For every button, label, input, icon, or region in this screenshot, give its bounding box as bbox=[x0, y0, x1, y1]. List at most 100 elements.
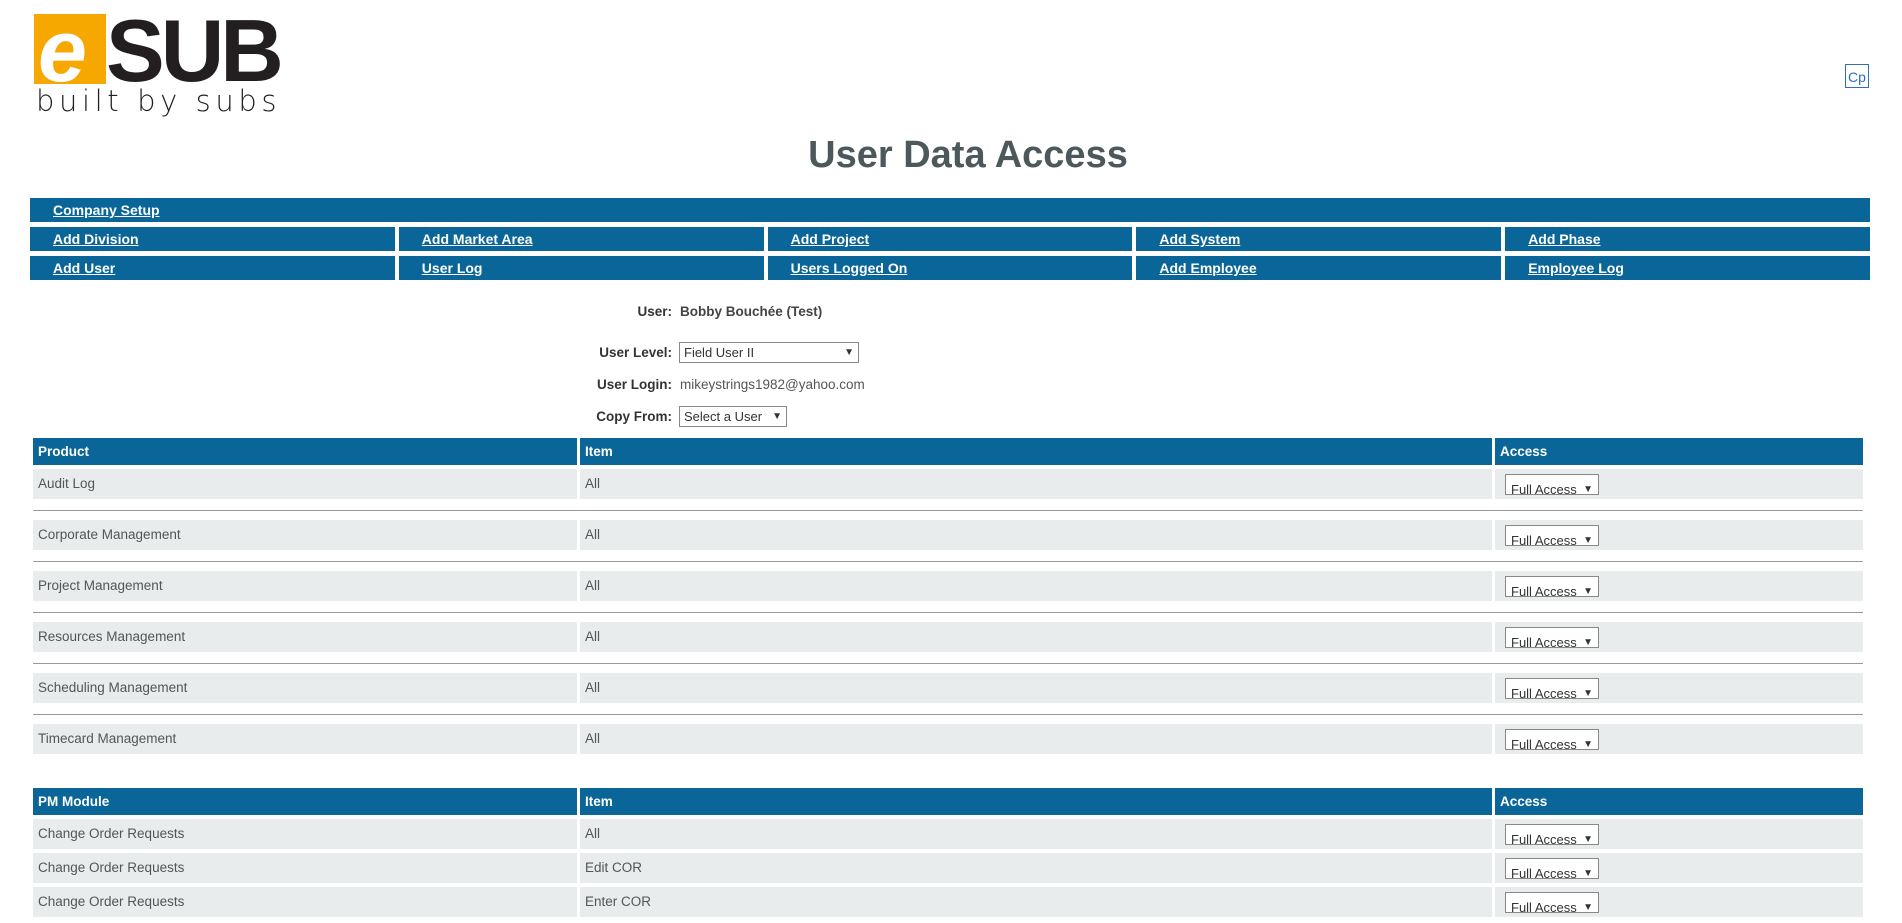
row-divider bbox=[33, 714, 1863, 715]
user-label: User: bbox=[637, 304, 672, 319]
user-level-value: Field User II bbox=[684, 345, 755, 360]
access-value: Full Access bbox=[1511, 737, 1577, 752]
access-value: Full Access bbox=[1511, 900, 1577, 915]
chevron-down-icon: ▼ bbox=[1583, 739, 1593, 750]
item-cell: All bbox=[580, 469, 1495, 499]
chevron-down-icon: ▼ bbox=[844, 347, 854, 358]
nav-company-setup-bar: Company Setup bbox=[30, 198, 1870, 222]
access-cell: Full Access ▼ bbox=[1495, 853, 1863, 883]
add-phase-link[interactable]: Add Phase bbox=[1528, 231, 1600, 247]
setup-nav: Company Setup Add Division Add Market Ar… bbox=[30, 198, 1870, 285]
access-cell: Full Access ▼ bbox=[1495, 469, 1863, 499]
access-cell: Full Access ▼ bbox=[1495, 819, 1863, 849]
access-select[interactable]: Full Access ▼ bbox=[1505, 627, 1599, 650]
page-title: User Data Access bbox=[808, 134, 1128, 176]
chevron-down-icon: ▼ bbox=[1583, 688, 1593, 699]
product-access-table: Product Item Access Audit Log All Full A… bbox=[33, 438, 1863, 754]
table-row: Change Order Requests Enter COR Full Acc… bbox=[33, 887, 1863, 917]
item-cell: All bbox=[580, 622, 1495, 652]
access-cell: Full Access ▼ bbox=[1495, 724, 1863, 754]
module-cell: Change Order Requests bbox=[33, 887, 580, 917]
chevron-down-icon: ▼ bbox=[1583, 484, 1593, 495]
add-project-link[interactable]: Add Project bbox=[791, 231, 870, 247]
chevron-down-icon: ▼ bbox=[1583, 868, 1593, 879]
nav-cell: Add Market Area bbox=[398, 227, 764, 251]
access-select[interactable]: Full Access ▼ bbox=[1505, 576, 1599, 599]
copy-from-value: Select a User bbox=[684, 409, 763, 424]
item-cell: Edit COR bbox=[580, 853, 1495, 883]
nav-cell: Add Project bbox=[767, 227, 1133, 251]
access-cell: Full Access ▼ bbox=[1495, 887, 1863, 917]
access-value: Full Access bbox=[1511, 533, 1577, 548]
table-row: Corporate Management All Full Access ▼ bbox=[33, 520, 1863, 550]
row-divider bbox=[33, 561, 1863, 562]
nav-cell: Employee Log bbox=[1505, 256, 1870, 280]
user-login-value: mikeystrings1982@yahoo.com bbox=[680, 377, 865, 392]
access-value: Full Access bbox=[1511, 832, 1577, 847]
access-value: Full Access bbox=[1511, 635, 1577, 650]
product-cell: Scheduling Management bbox=[33, 673, 580, 703]
item-cell: All bbox=[580, 724, 1495, 754]
table-row: Scheduling Management All Full Access ▼ bbox=[33, 673, 1863, 703]
add-system-link[interactable]: Add System bbox=[1159, 231, 1240, 247]
item-cell: All bbox=[580, 819, 1495, 849]
row-divider bbox=[33, 510, 1863, 511]
nav-cell: Add Division bbox=[30, 227, 395, 251]
nav-row-2: Add User User Log Users Logged On Add Em… bbox=[30, 256, 1870, 280]
access-select[interactable]: Full Access ▼ bbox=[1505, 525, 1599, 548]
item-cell: All bbox=[580, 571, 1495, 601]
chevron-down-icon: ▼ bbox=[1583, 586, 1593, 597]
product-cell: Project Management bbox=[33, 571, 580, 601]
add-user-link[interactable]: Add User bbox=[53, 260, 115, 276]
access-select[interactable]: Full Access ▼ bbox=[1505, 892, 1599, 915]
nav-row-1: Add Division Add Market Area Add Project… bbox=[30, 227, 1870, 251]
cp-button[interactable]: Cp bbox=[1845, 64, 1869, 88]
item-cell: All bbox=[580, 673, 1495, 703]
access-value: Full Access bbox=[1511, 686, 1577, 701]
access-cell: Full Access ▼ bbox=[1495, 571, 1863, 601]
user-log-link[interactable]: User Log bbox=[422, 260, 483, 276]
add-market-area-link[interactable]: Add Market Area bbox=[422, 231, 533, 247]
access-value: Full Access bbox=[1511, 482, 1577, 497]
table-row: Project Management All Full Access ▼ bbox=[33, 571, 1863, 601]
product-cell: Corporate Management bbox=[33, 520, 580, 550]
chevron-down-icon: ▼ bbox=[1583, 637, 1593, 648]
access-cell: Full Access ▼ bbox=[1495, 673, 1863, 703]
table-header: Product Item Access bbox=[33, 438, 1863, 465]
access-value: Full Access bbox=[1511, 584, 1577, 599]
access-select[interactable]: Full Access ▼ bbox=[1505, 729, 1599, 752]
table-row: Timecard Management All Full Access ▼ bbox=[33, 724, 1863, 754]
nav-cell: Add Phase bbox=[1505, 227, 1870, 251]
access-select[interactable]: Full Access ▼ bbox=[1505, 858, 1599, 881]
row-divider bbox=[33, 663, 1863, 664]
nav-cell: Users Logged On bbox=[767, 256, 1133, 280]
module-cell: Change Order Requests bbox=[33, 819, 580, 849]
header-item: Item bbox=[580, 438, 1495, 465]
header-access: Access bbox=[1500, 444, 1548, 459]
nav-cell: User Log bbox=[398, 256, 764, 280]
add-employee-link[interactable]: Add Employee bbox=[1159, 260, 1256, 276]
module-cell: Change Order Requests bbox=[33, 853, 580, 883]
chevron-down-icon: ▼ bbox=[1583, 535, 1593, 546]
access-cell: Full Access ▼ bbox=[1495, 622, 1863, 652]
nav-cell: Add System bbox=[1136, 227, 1502, 251]
user-level-select[interactable]: Field User II ▼ bbox=[679, 342, 859, 363]
copy-from-label: Copy From: bbox=[596, 409, 672, 424]
copy-from-select[interactable]: Select a User ▼ bbox=[679, 406, 787, 427]
access-select[interactable]: Full Access ▼ bbox=[1505, 678, 1599, 701]
table-row: Change Order Requests Edit COR Full Acce… bbox=[33, 853, 1863, 883]
access-value: Full Access bbox=[1511, 866, 1577, 881]
access-select[interactable]: Full Access ▼ bbox=[1505, 824, 1599, 847]
header-product: Product bbox=[33, 438, 580, 465]
access-select[interactable]: Full Access ▼ bbox=[1505, 474, 1599, 497]
product-cell: Audit Log bbox=[33, 469, 580, 499]
header-item: Item bbox=[580, 788, 1495, 815]
esub-logo: e SUB built by subs bbox=[34, 1, 284, 118]
employee-log-link[interactable]: Employee Log bbox=[1528, 260, 1624, 276]
add-division-link[interactable]: Add Division bbox=[53, 231, 139, 247]
users-logged-on-link[interactable]: Users Logged On bbox=[791, 260, 908, 276]
row-divider bbox=[33, 612, 1863, 613]
company-setup-link[interactable]: Company Setup bbox=[53, 202, 160, 218]
header-pm-module: PM Module bbox=[33, 788, 580, 815]
pm-module-table: PM Module Item Access Change Order Reque… bbox=[33, 788, 1863, 917]
